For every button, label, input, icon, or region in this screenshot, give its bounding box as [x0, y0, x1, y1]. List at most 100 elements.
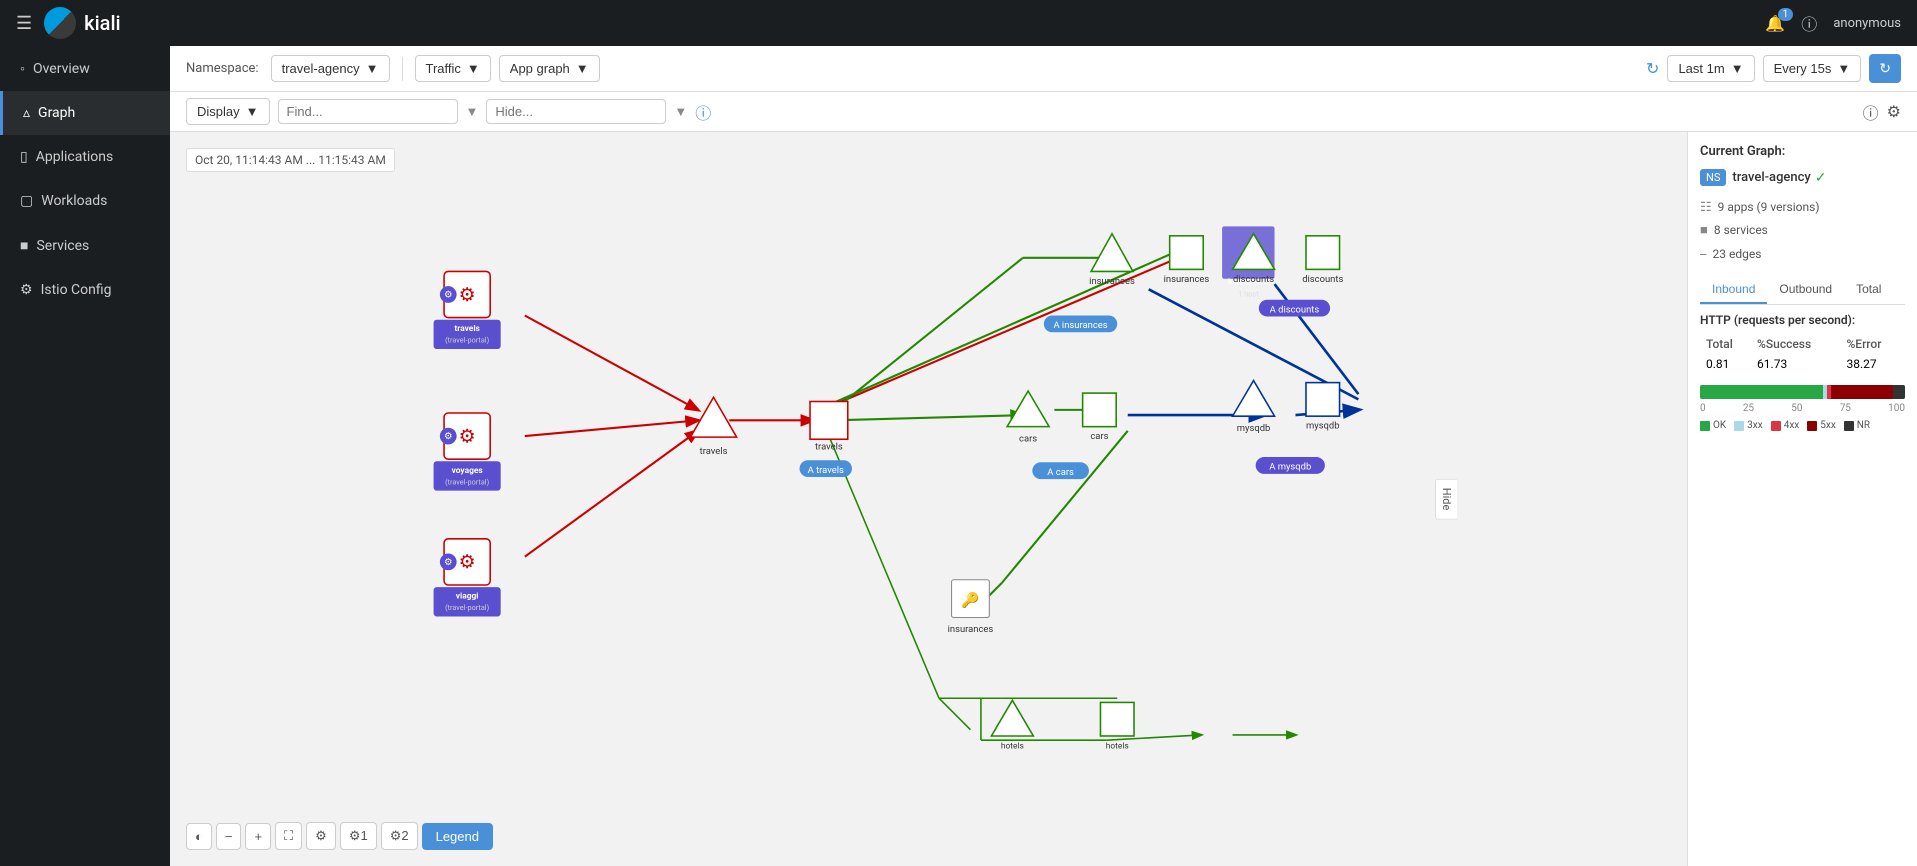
- graph-canvas[interactable]: Oct 20, 11:14:43 AM ... 11:15:43 AM: [170, 132, 1687, 866]
- namespace-label: Namespace:: [186, 61, 259, 76]
- svg-text:(travel-portal): (travel-portal): [445, 336, 489, 345]
- primary-toolbar: Namespace: travel-agency ▼ Traffic ▼ App…: [170, 46, 1917, 92]
- bar-5xx: [1831, 385, 1893, 399]
- traffic-label: Traffic: [426, 61, 461, 76]
- zoom-out-btn[interactable]: +: [245, 823, 271, 850]
- legend-ok: OK: [1700, 420, 1726, 431]
- hide-panel-button[interactable]: Hide: [1435, 479, 1457, 520]
- toolbar-right: ↻ Last 1m ▼ Every 15s ▼ ↻: [1646, 54, 1901, 83]
- axis-25: 25: [1743, 403, 1754, 414]
- legend-button[interactable]: Legend: [422, 823, 493, 850]
- legend-ok-dot: [1700, 421, 1710, 431]
- svg-text:(travel-portal): (travel-portal): [445, 603, 489, 612]
- find-input[interactable]: [278, 99, 458, 124]
- namespace-dropdown[interactable]: travel-agency ▼: [271, 55, 390, 82]
- bar-axis: 0 25 50 75 100: [1700, 403, 1905, 414]
- legend-nr-dot: [1844, 421, 1854, 431]
- compass-btn[interactable]: ◐: [186, 823, 212, 850]
- sidebar-workloads-label: Workloads: [41, 193, 107, 209]
- http-val-total: 0.81: [1702, 355, 1751, 373]
- svg-text:mysqdb: mysqdb: [1306, 421, 1340, 432]
- sidebar-item-graph[interactable]: ▵ Graph: [0, 91, 170, 135]
- check-icon: ✓: [1815, 170, 1827, 186]
- refresh-interval-dropdown[interactable]: Every 15s ▼: [1763, 55, 1862, 82]
- graph-controls: ◐ − + ⛶ ⚙ ⚙1 ⚙2 Legend: [186, 822, 493, 850]
- fit-btn[interactable]: ⛶: [275, 822, 302, 850]
- settings-icon[interactable]: ⚙: [1887, 100, 1901, 124]
- chevron-down-icon-3: ▼: [576, 61, 589, 76]
- traffic-dropdown[interactable]: Traffic ▼: [415, 55, 491, 82]
- graph-type-dropdown[interactable]: App graph ▼: [499, 55, 600, 82]
- hamburger-icon[interactable]: ☰: [16, 13, 32, 34]
- legend-3xx-label: 3xx: [1747, 420, 1763, 431]
- zoom-in-btn[interactable]: −: [216, 823, 242, 850]
- display-dropdown[interactable]: Display ▼: [186, 98, 270, 125]
- workloads-icon: ▢: [20, 193, 33, 209]
- svg-text:insurances: insurances: [948, 624, 994, 635]
- kiali-logo-icon: [44, 7, 76, 39]
- sidebar-applications-label: Applications: [36, 149, 114, 165]
- time-range-dropdown[interactable]: Last 1m ▼: [1667, 55, 1754, 82]
- legend-5xx: 5xx: [1807, 420, 1836, 431]
- svg-text:mysqdb: mysqdb: [1237, 423, 1271, 434]
- legend-3xx-dot: [1734, 421, 1744, 431]
- sidebar-item-services[interactable]: ■ Services: [0, 223, 170, 268]
- sidebar-graph-label: Graph: [38, 105, 75, 121]
- user-name: anonymous: [1833, 16, 1901, 31]
- tab-total[interactable]: Total: [1844, 276, 1893, 304]
- sidebar-overview-label: Overview: [33, 61, 90, 77]
- axis-0: 0: [1700, 403, 1706, 414]
- info-icon[interactable]: ⓘ: [695, 100, 711, 124]
- sidebar-item-workloads[interactable]: ▢ Workloads: [0, 179, 170, 223]
- layout-btn[interactable]: ⚙: [306, 822, 336, 850]
- svg-text:cars: cars: [1090, 431, 1108, 442]
- kiali-logo-text: kiali: [84, 11, 121, 35]
- http-col-success: %Success: [1753, 335, 1840, 353]
- svg-text:discounts: discounts: [1233, 274, 1274, 285]
- svg-text:⚙: ⚙: [444, 557, 452, 568]
- notification-bell[interactable]: 🔔 1: [1765, 14, 1785, 33]
- toolbar-separator: [402, 57, 403, 81]
- istio-icon: ⚙: [20, 282, 33, 298]
- legend-nr-label: NR: [1857, 420, 1870, 431]
- svg-text:A cars: A cars: [1047, 467, 1074, 478]
- refresh-button[interactable]: ↻: [1869, 54, 1901, 83]
- sidebar-item-overview[interactable]: ◦ Overview: [0, 46, 170, 91]
- legend-nr: NR: [1844, 420, 1870, 431]
- bar-ok: [1700, 385, 1823, 399]
- help-icon[interactable]: ⓘ: [1801, 11, 1817, 35]
- top-navigation: ☰ kiali 🔔 1 ⓘ anonymous: [0, 0, 1917, 46]
- secondary-toolbar: Display ▼ ▼ ▼ ⓘ ⓘ ⚙: [170, 92, 1917, 132]
- svg-text:⚙: ⚙: [459, 550, 476, 573]
- tab-inbound[interactable]: Inbound: [1700, 276, 1767, 304]
- main-content: Namespace: travel-agency ▼ Traffic ▼ App…: [170, 46, 1917, 866]
- stat-apps: 9 apps (9 versions): [1718, 197, 1820, 219]
- right-panel: Current Graph: NS travel-agency ✓ ☷ 9 ap…: [1687, 132, 1917, 866]
- svg-text:travels: travels: [700, 446, 728, 457]
- sidebar-item-istio-config[interactable]: ⚙ Istio Config: [0, 268, 170, 312]
- sidebar-item-applications[interactable]: ▯ Applications: [0, 135, 170, 179]
- ns-name: travel-agency: [1732, 170, 1810, 185]
- chevron-down-icon-2: ▼: [467, 61, 480, 76]
- stat-services: 8 services: [1714, 220, 1768, 242]
- hide-input[interactable]: [486, 99, 666, 124]
- namespace-value: travel-agency: [282, 61, 360, 76]
- tab-outbound[interactable]: Outbound: [1767, 276, 1844, 304]
- layout-2-btn[interactable]: ⚙2: [381, 822, 418, 850]
- graph-svg: ⚙ travels (travel-portal) ⚙ ⚙ voyages (t…: [170, 132, 1687, 866]
- axis-50: 50: [1791, 403, 1802, 414]
- legend-4xx-label: 4xx: [1784, 420, 1800, 431]
- time-range-label: Last 1m: [1678, 61, 1724, 76]
- svg-text:A discounts: A discounts: [1270, 304, 1320, 315]
- edges-icon: ⎯: [1700, 243, 1707, 266]
- overview-icon: ◦: [20, 60, 25, 77]
- layout-1-btn[interactable]: ⚙1: [340, 822, 377, 850]
- bar-nr: [1893, 385, 1905, 399]
- help-graph-icon[interactable]: ⓘ: [1863, 100, 1879, 124]
- svg-text:voyages: voyages: [452, 466, 483, 476]
- sidebar: ◦ Overview ▵ Graph ▯ Applications ▢ Work…: [0, 46, 170, 866]
- svg-text:insurances: insurances: [1089, 276, 1135, 287]
- legend-5xx-dot: [1807, 421, 1817, 431]
- sidebar-services-label: Services: [36, 238, 89, 254]
- ns-badge: NS: [1700, 169, 1726, 186]
